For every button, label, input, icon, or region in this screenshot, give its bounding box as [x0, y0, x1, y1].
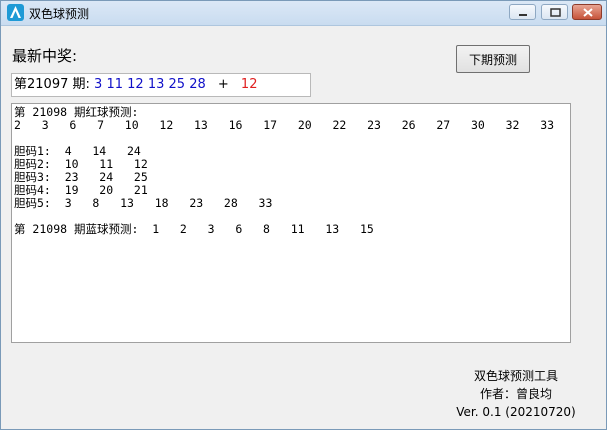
minimize-button[interactable] — [509, 4, 536, 20]
latest-result-box: 第21097 期: 3 11 12 13 25 28 + 12 — [11, 73, 311, 97]
red-ball-1: 3 — [94, 77, 103, 92]
output-line: 胆码5: 3 8 13 18 23 28 33 — [14, 196, 273, 210]
issue-label: 第21097 期: — [14, 77, 90, 92]
latest-result-heading: 最新中奖: — [12, 47, 78, 65]
output-line: 第 21098 期蓝球预测: 1 2 3 6 8 11 13 15 — [14, 222, 374, 236]
version: Ver. 0.1 (20210720) — [456, 405, 576, 419]
app-window: 双色球预测 最新中奖: 下期预测 第21097 期: 3 11 12 13 25… — [0, 0, 607, 430]
plus-sign: + — [217, 77, 229, 92]
title-bar[interactable]: 双色球预测 — [1, 1, 606, 26]
blue-ball: 12 — [240, 77, 258, 92]
author: 作者：曾良均 — [479, 387, 552, 401]
window-title: 双色球预测 — [29, 7, 90, 21]
close-button[interactable] — [572, 4, 602, 20]
red-ball-2: 11 — [106, 77, 123, 92]
app-info-footer: 双色球预测工具 作者：曾良均 Ver. 0.1 (20210720) — [421, 367, 607, 421]
app-logo-icon — [7, 4, 24, 21]
red-ball-5: 25 — [168, 77, 186, 92]
maximize-button[interactable] — [541, 4, 568, 20]
prediction-output-textbox[interactable]: 第 21098 期红球预测: 2 3 6 7 10 12 13 16 17 20… — [11, 103, 571, 343]
predict-next-button[interactable]: 下期预测 — [456, 45, 530, 73]
output-line: 2 3 6 7 10 12 13 16 17 20 22 23 26 27 30… — [14, 118, 555, 132]
red-ball-4: 13 — [147, 77, 165, 92]
red-ball-6: 28 — [189, 77, 206, 92]
red-ball-3: 12 — [127, 77, 144, 92]
tool-name: 双色球预测工具 — [473, 369, 558, 383]
